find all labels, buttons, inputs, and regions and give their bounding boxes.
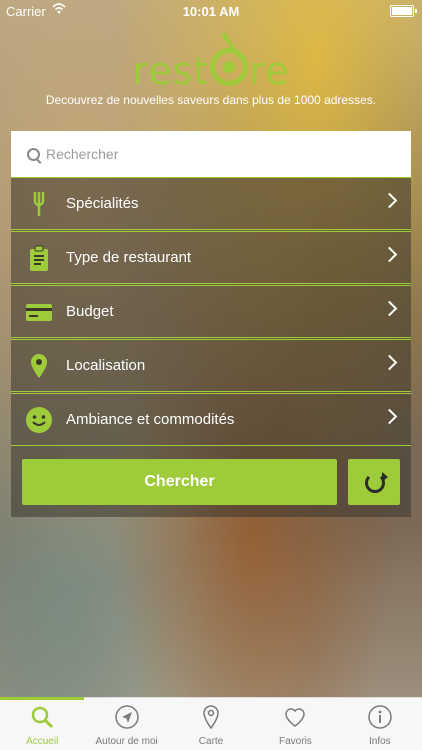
tab-label: Carte [198,736,224,747]
filter-label: Ambiance et commodités [66,411,235,428]
filter-label: Type de restaurant [66,249,192,266]
filter-localisation[interactable]: Localisation [11,339,411,392]
filter-label: Spécialités [66,195,139,212]
status-bar: Carrier 10:01 AM [0,0,422,22]
tab-infos[interactable]: Infos [338,698,422,750]
filter-type-restaurant[interactable]: Type de restaurant [11,231,411,284]
credit-card-icon [25,298,53,326]
filter-ambiance[interactable]: Ambiance et commodités [11,393,411,446]
filter-label: Budget [66,303,114,320]
filter-budget[interactable]: Budget [11,285,411,338]
tagline: Decouvrez de nouvelles saveurs dans plus… [45,93,377,107]
clock-label: 10:01 AM [182,4,240,19]
tab-accueil[interactable]: Accueil [0,697,85,750]
search-icon [27,148,40,161]
chevron-right-icon [381,354,398,371]
refresh-icon [365,472,388,493]
map-pin-icon [199,705,223,730]
search-input[interactable]: Rechercher [11,131,411,177]
chevron-right-icon [381,408,398,425]
chevron-right-icon [381,192,398,209]
chevron-right-icon [381,300,398,317]
search-placeholder: Rechercher [46,146,119,162]
tab-bar: Accueil Autour de moi Carte Favoris Info… [0,697,422,750]
search-panel: Rechercher Spécialités Type de restauran… [11,131,411,517]
search-icon [30,705,54,729]
tab-carte[interactable]: Carte [169,698,253,750]
clipboard-icon [25,244,53,272]
navigation-arrow-icon [114,705,139,729]
reset-button[interactable] [348,459,400,505]
tab-favoris[interactable]: Favoris [253,698,337,750]
chevron-right-icon [381,246,398,263]
battery-icon [390,5,417,17]
location-pin-icon [25,352,53,380]
fork-icon [25,190,53,218]
tab-label: Favoris [279,736,312,747]
tab-label: Infos [368,736,391,747]
app-logo: rest re [0,32,422,93]
tab-autour-de-moi[interactable]: Autour de moi [84,698,168,750]
tab-label: Autour de moi [95,736,158,747]
search-button[interactable]: Chercher [22,459,337,505]
smiley-icon [25,406,53,434]
filter-label: Localisation [66,357,146,374]
heart-icon [283,705,307,729]
target-icon [210,32,249,86]
filter-specialites[interactable]: Spécialités [11,177,411,230]
info-icon [368,705,392,729]
tab-label: Accueil [26,736,59,747]
